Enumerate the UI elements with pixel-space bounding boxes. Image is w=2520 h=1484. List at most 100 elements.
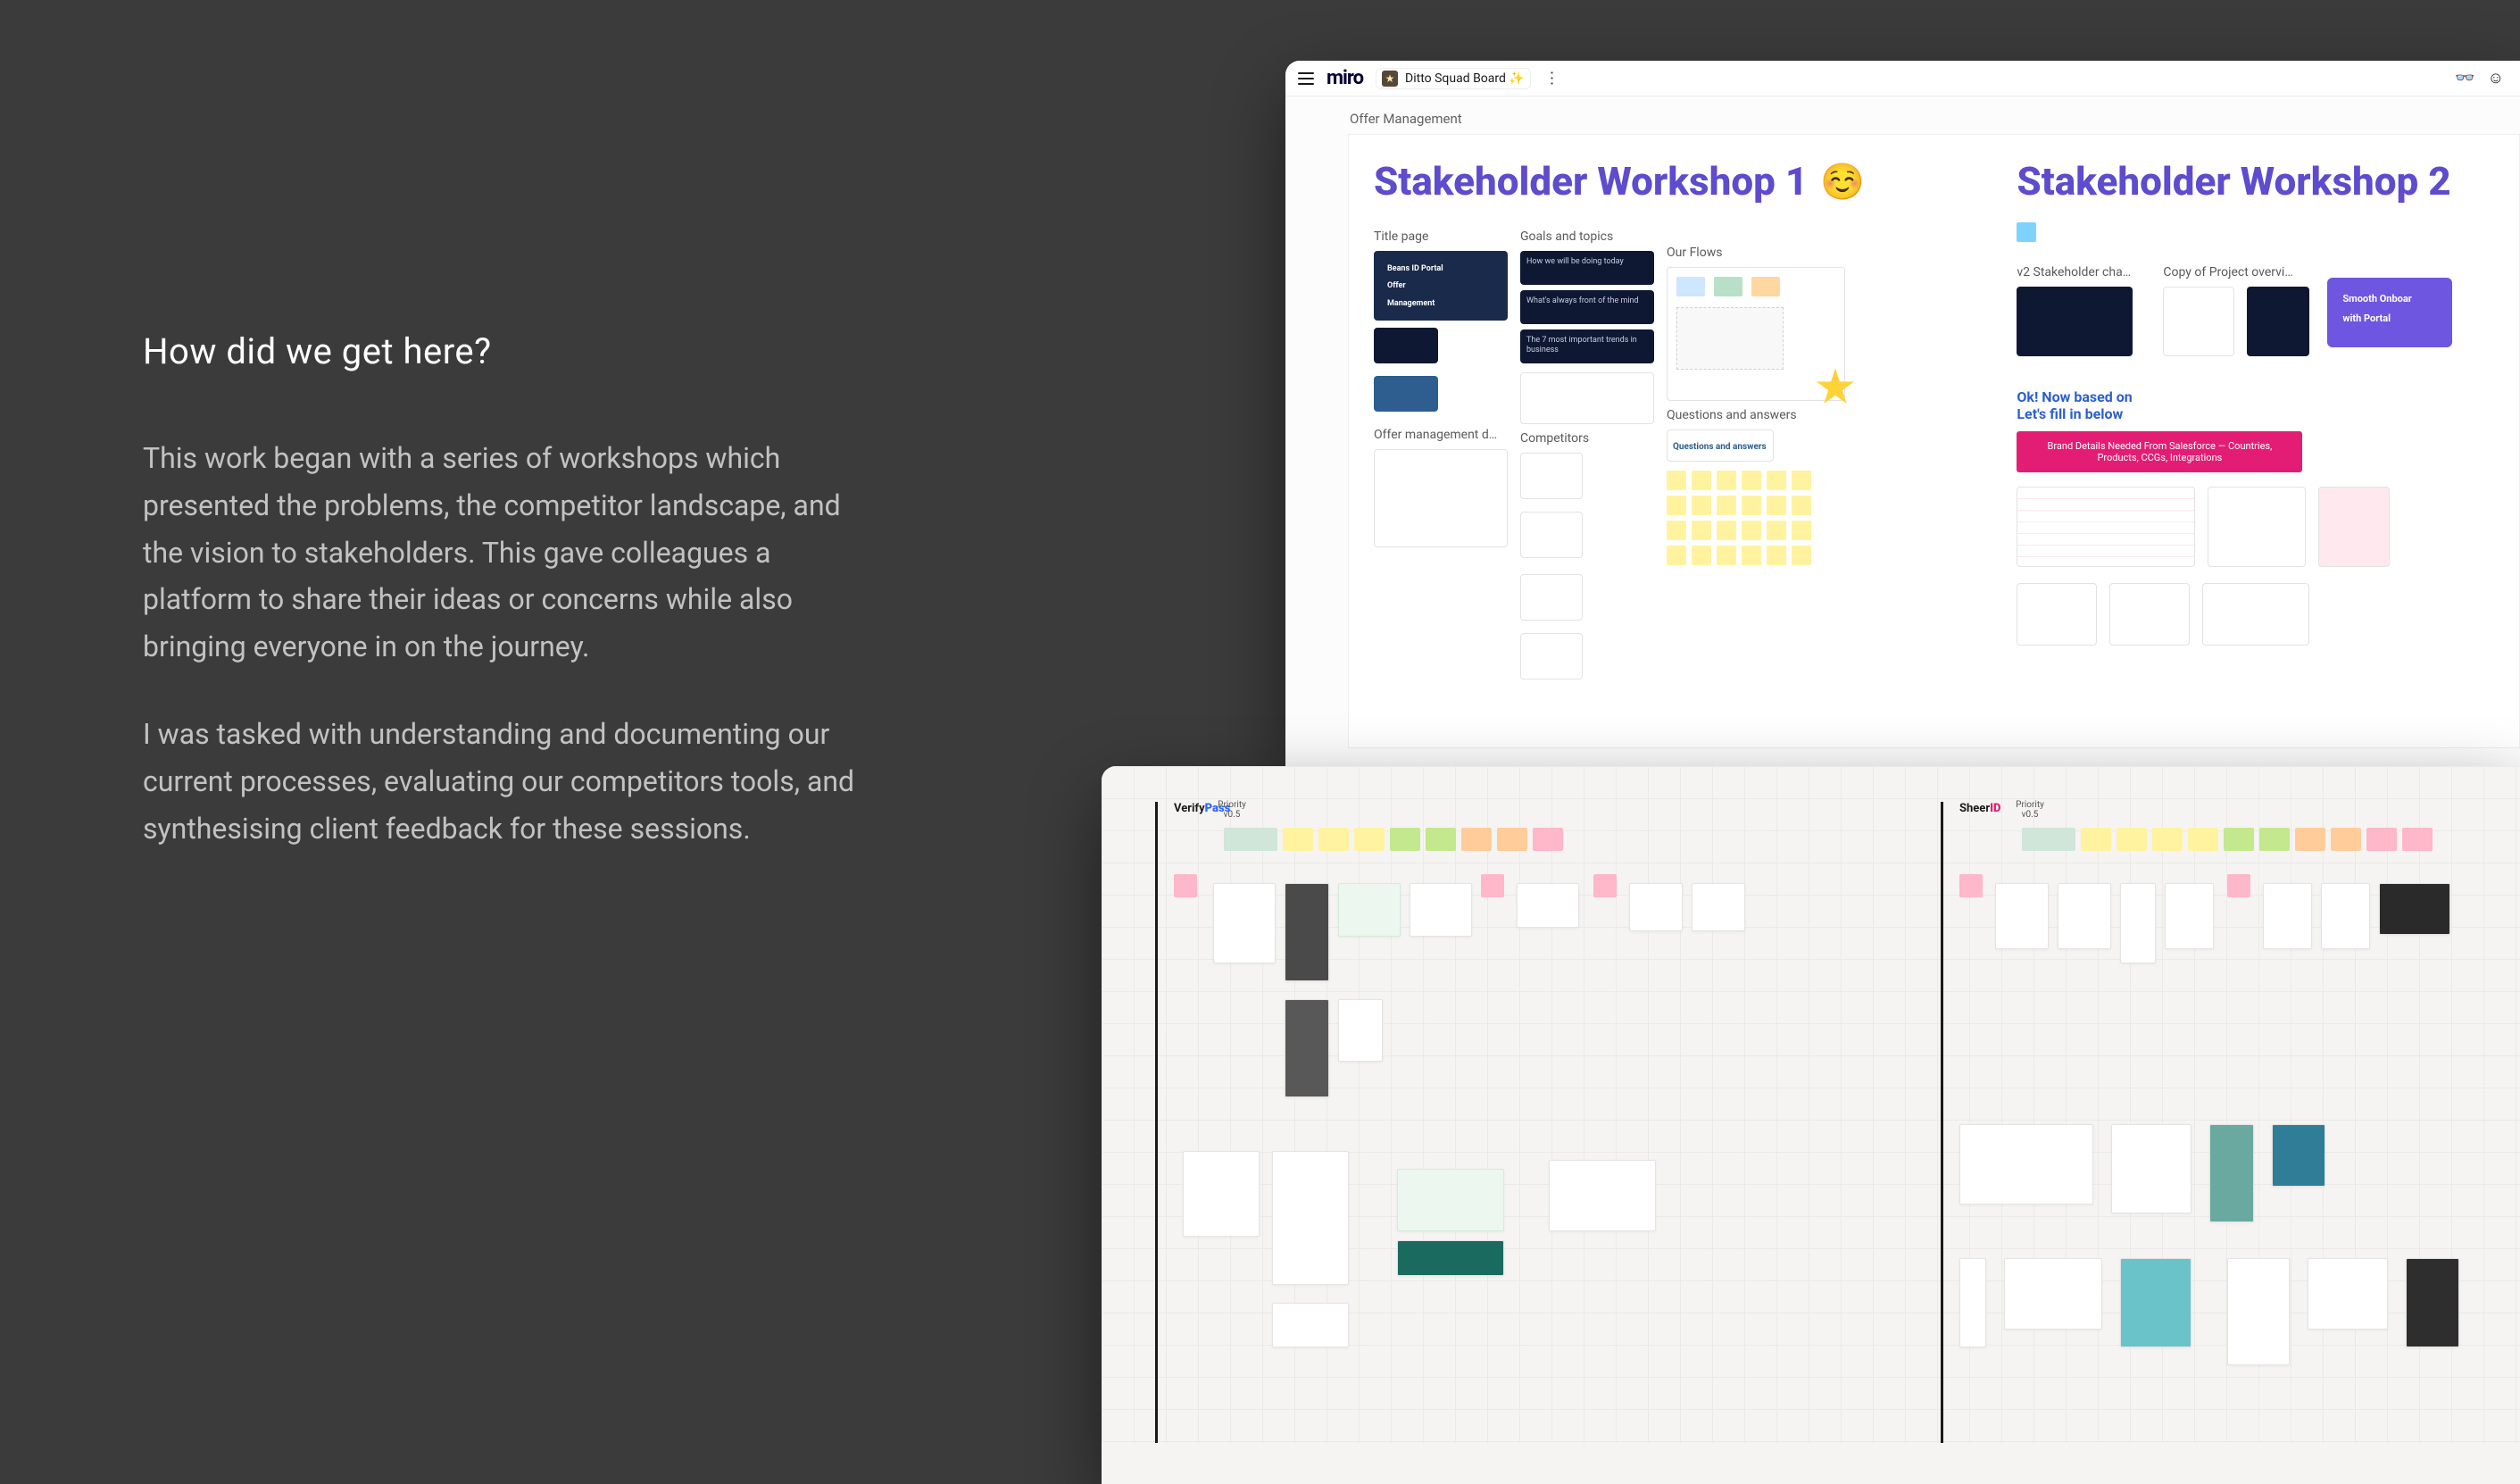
table-thumb[interactable] [2017, 487, 2195, 567]
frame-label[interactable]: Offer Management [1350, 111, 2520, 127]
tag[interactable] [1354, 828, 1385, 851]
now-based-label: Ok! Now based on [2017, 388, 2132, 405]
screenshot[interactable] [2308, 1258, 2388, 1330]
tag[interactable] [1461, 828, 1492, 851]
screenshot[interactable] [2165, 883, 2214, 949]
miro-canvas[interactable]: Offer Management Stakeholder Workshop 1 … [1285, 96, 2520, 766]
flows-board[interactable] [1667, 267, 1845, 401]
purple-card[interactable]: Smooth Onboar with Portal [2327, 278, 2452, 347]
research-lane-sheerid[interactable]: SheerID Priority v0.5 [1941, 802, 2512, 1466]
pink-sticky[interactable] [1481, 874, 1504, 897]
screenshot[interactable] [2272, 1124, 2325, 1187]
pink-sticky[interactable] [2227, 874, 2250, 897]
slide-goal1-text: How we will be doing today [1520, 251, 1654, 273]
doc-thumb[interactable] [2247, 287, 2309, 356]
pink-callout-bar[interactable]: Brand Details Needed From Salesforce — C… [2017, 431, 2302, 472]
section-label-goals: Goals and topics [1520, 229, 1654, 244]
screenshot[interactable] [1272, 1151, 1349, 1285]
competitor-thumb[interactable] [1520, 633, 1583, 679]
competitor-thumb[interactable] [1520, 453, 1583, 499]
screenshot[interactable] [1995, 883, 2049, 949]
screenshot[interactable] [1517, 883, 1579, 928]
table-thumb[interactable] [2318, 487, 2390, 567]
screenshot[interactable] [2111, 1124, 2191, 1213]
presentation-mode-icon[interactable]: 👓 [2455, 69, 2474, 88]
screenshot[interactable] [1285, 999, 1329, 1097]
doc-thumb[interactable] [1374, 449, 1508, 547]
tag[interactable] [1533, 828, 1563, 851]
screenshot[interactable] [1272, 1303, 1349, 1347]
board-name-chip[interactable]: ★ Ditto Squad Board ✨ [1376, 68, 1531, 89]
list-thumb[interactable] [2017, 583, 2097, 646]
screenshot[interactable] [2058, 883, 2111, 949]
tag[interactable] [2402, 828, 2433, 851]
screenshot[interactable] [2209, 1124, 2254, 1222]
screenshot[interactable] [1410, 883, 1472, 937]
screenshot[interactable] [2227, 1258, 2290, 1365]
section-label-stakeholder-chart: v2 Stakeholder cha… [2017, 265, 2150, 279]
tag[interactable] [1224, 828, 1277, 851]
screenshot[interactable] [1285, 883, 1329, 981]
tag[interactable] [1283, 828, 1313, 851]
screenshot[interactable] [2120, 883, 2156, 963]
screenshot[interactable] [1959, 1124, 2093, 1205]
pink-sticky[interactable] [1959, 874, 1983, 897]
tag[interactable] [2188, 828, 2218, 851]
slide-thumb[interactable] [2017, 287, 2133, 356]
tag[interactable] [2331, 828, 2361, 851]
table-thumb[interactable] [2208, 487, 2306, 567]
qa-sticky-grid[interactable] [1667, 471, 1890, 565]
slide-hero[interactable]: Beans ID Portal Offer Management [1374, 251, 1508, 321]
doc-thumb[interactable] [2163, 287, 2234, 356]
frame-offer-management[interactable]: Stakeholder Workshop 1 ☺️ Title page Bea… [1348, 134, 2520, 748]
screenshot[interactable] [1183, 1151, 1260, 1237]
screenshot[interactable] [1397, 1240, 1504, 1276]
tag[interactable] [1318, 828, 1349, 851]
screenshot[interactable] [1397, 1169, 1504, 1231]
slide-thumb[interactable] [1374, 328, 1438, 363]
tag[interactable] [2152, 828, 2183, 851]
tag[interactable] [1426, 828, 1456, 851]
screenshot[interactable] [1959, 1258, 1986, 1347]
screenshot[interactable] [1549, 1160, 1656, 1231]
hamburger-menu-icon[interactable] [1298, 72, 1314, 85]
tag[interactable] [2259, 828, 2290, 851]
sticky-blue[interactable] [2017, 222, 2036, 242]
reactions-icon[interactable]: ☺ [2488, 69, 2504, 88]
pink-sticky[interactable] [1593, 874, 1617, 897]
screenshot[interactable] [2263, 883, 2312, 949]
screenshot[interactable] [2120, 1258, 2191, 1347]
competitor-thumb[interactable] [1520, 512, 1583, 558]
screenshot[interactable] [2406, 1258, 2459, 1347]
qa-card[interactable]: Questions and answers [1667, 429, 1774, 462]
tag[interactable] [1390, 828, 1420, 851]
list-thumb[interactable] [2202, 583, 2309, 646]
screenshot[interactable] [1629, 883, 1683, 931]
screenshot[interactable] [1338, 999, 1383, 1062]
research-lane-verifypass[interactable]: VerifyPass Priority v0.5 [1155, 802, 1887, 1466]
doc-thumb[interactable] [1520, 372, 1654, 424]
screenshot[interactable] [1213, 883, 1276, 963]
slide-goal[interactable]: How we will be doing today [1520, 251, 1654, 285]
tag[interactable] [2081, 828, 2111, 851]
tag[interactable] [2117, 828, 2147, 851]
screenshot[interactable] [1338, 883, 1401, 937]
miro-logo[interactable]: miro [1327, 67, 1363, 89]
list-thumb[interactable] [2109, 583, 2190, 646]
screenshot[interactable] [1692, 883, 1745, 931]
tag[interactable] [2295, 828, 2325, 851]
competitor-thumb[interactable] [1520, 574, 1583, 621]
slide-goal[interactable]: The 7 most important trends in business [1520, 329, 1654, 363]
slide-thumb[interactable] [1374, 376, 1438, 412]
tag[interactable] [2022, 828, 2075, 851]
more-options-icon[interactable]: ⋯ [1542, 71, 1560, 87]
tag[interactable] [2366, 828, 2397, 851]
screenshot[interactable] [2379, 883, 2450, 935]
screenshot[interactable] [2321, 883, 2370, 949]
tag[interactable] [2224, 828, 2254, 851]
tag[interactable] [1497, 828, 1527, 851]
narrative-heading: How did we get here? [143, 330, 884, 372]
screenshot[interactable] [2004, 1258, 2102, 1330]
pink-sticky[interactable] [1174, 874, 1197, 897]
slide-goal[interactable]: What's always front of the mind [1520, 290, 1654, 324]
